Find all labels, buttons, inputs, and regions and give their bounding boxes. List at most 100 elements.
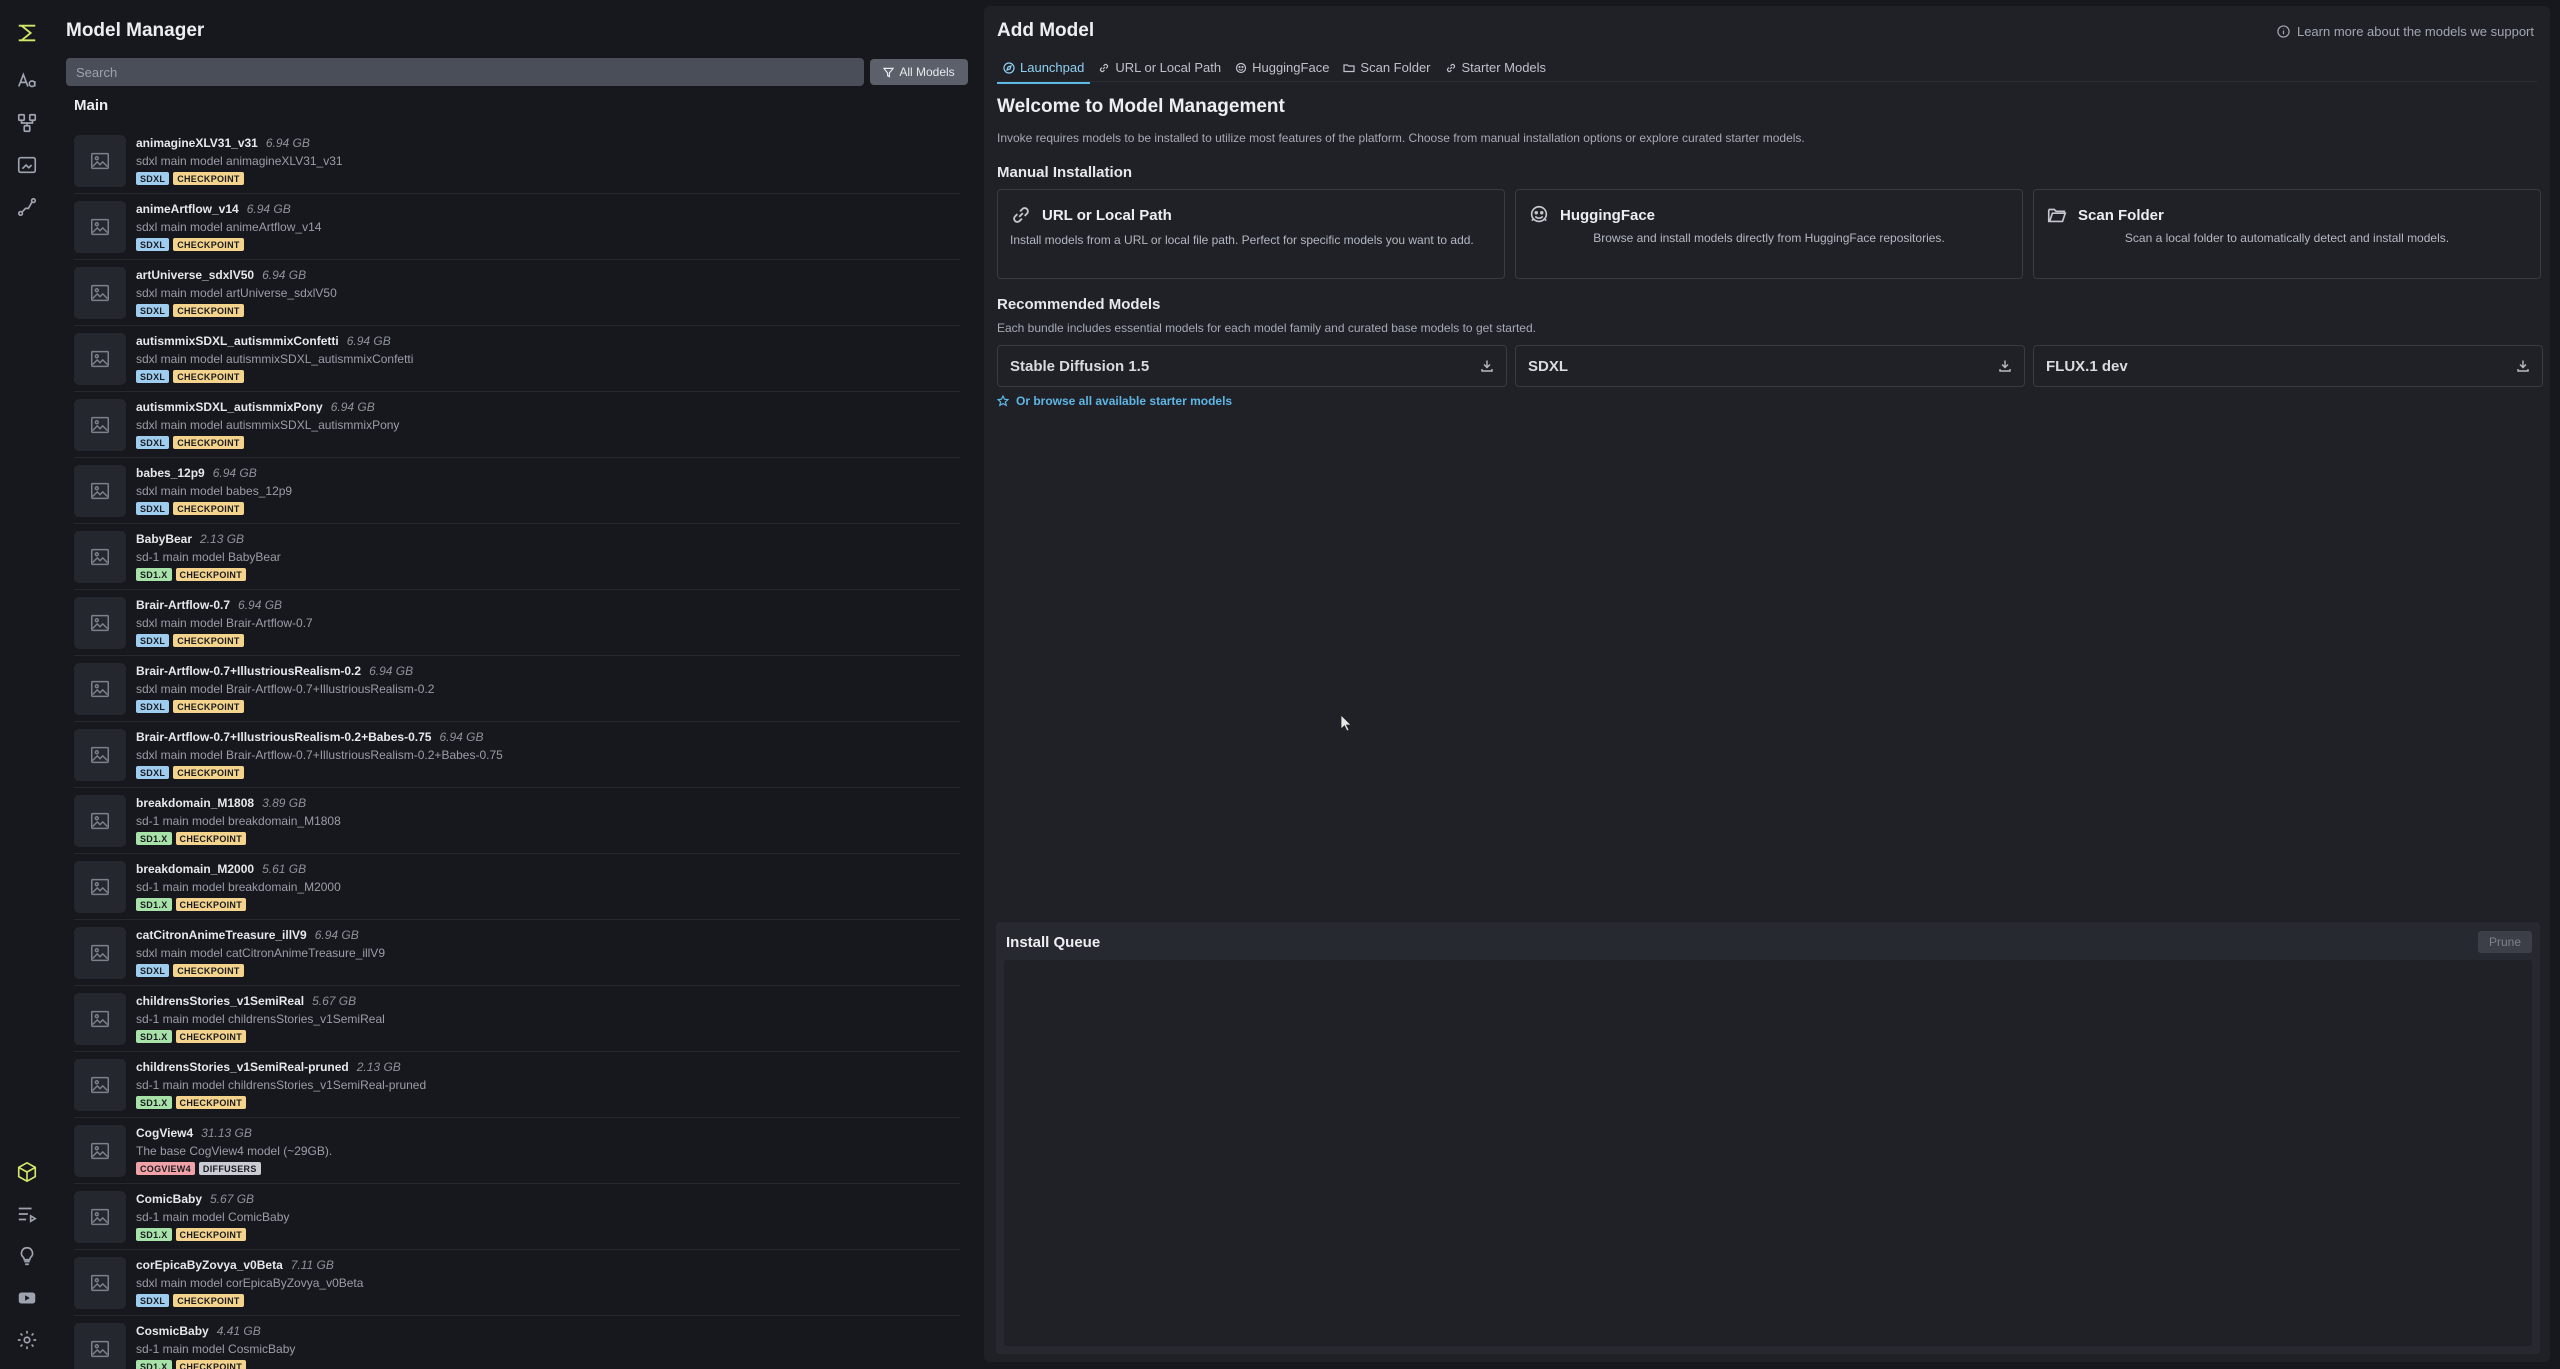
learn-more-link[interactable]: Learn more about the models we support: [2277, 24, 2534, 39]
model-size: 5.61 GB: [262, 862, 307, 876]
model-list-item[interactable]: Brair-Artflow-0.7+IllustriousRealism-0.2…: [74, 722, 960, 788]
model-list-item[interactable]: animagineXLV31_v31 6.94 GB sdxl main mod…: [74, 128, 960, 194]
model-name: catCitronAnimeTreasure_illV9: [136, 928, 307, 942]
card-huggingface[interactable]: HuggingFace Browse and install models di…: [1515, 189, 2023, 279]
image-placeholder-icon: [91, 878, 109, 895]
youtube-icon[interactable]: [8, 1279, 46, 1317]
model-description: sd-1 main model ComicBaby: [136, 1210, 290, 1224]
card-scan-folder[interactable]: Scan Folder Scan a local folder to autom…: [2033, 189, 2541, 279]
model-badges: SDXL CHECKPOINT: [136, 370, 413, 383]
model-size: 31.13 GB: [201, 1126, 252, 1140]
manual-installation-cards: URL or Local Path Install models from a …: [997, 189, 2541, 279]
search-input[interactable]: [66, 58, 864, 86]
model-description: sd-1 main model breakdomain_M2000: [136, 880, 341, 894]
bundle-sdxl[interactable]: SDXL: [1515, 345, 2025, 387]
model-description: sd-1 main model BabyBear: [136, 550, 281, 564]
model-list-item[interactable]: BabyBear 2.13 GB sd-1 main model BabyBea…: [74, 524, 960, 590]
model-list-item[interactable]: babes_12p9 6.94 GB sdxl main model babes…: [74, 458, 960, 524]
tab-scan-folder[interactable]: Scan Folder: [1337, 55, 1436, 84]
model-header: childrensStories_v1SemiReal 5.67 GB: [136, 994, 385, 1008]
model-format-badge: CHECKPOINT: [173, 1294, 244, 1307]
all-models-filter-button[interactable]: All Models: [870, 59, 968, 85]
model-badges: SDXL CHECKPOINT: [136, 238, 321, 251]
text-style-icon[interactable]: [8, 62, 46, 100]
model-badges: SDXL CHECKPOINT: [136, 436, 399, 449]
model-format-badge: CHECKPOINT: [173, 370, 244, 383]
model-format-badge: CHECKPOINT: [173, 238, 244, 251]
model-path-icon[interactable]: [8, 188, 46, 226]
card-url-or-local-path[interactable]: URL or Local Path Install models from a …: [997, 189, 1505, 279]
model-thumbnail: [74, 134, 126, 187]
workflow-nodes-icon[interactable]: [8, 104, 46, 142]
model-name: CogView4: [136, 1126, 194, 1140]
image-placeholder-icon: [91, 812, 109, 829]
gear-icon[interactable]: [8, 1321, 46, 1359]
base-model-badge: SDXL: [136, 1294, 170, 1307]
model-size: 6.94 GB: [246, 202, 291, 216]
mouse-cursor-icon: [1340, 714, 1352, 732]
model-info: Brair-Artflow-0.7+IllustriousRealism-0.2…: [136, 730, 503, 779]
bundle-stable-diffusion-1-5[interactable]: Stable Diffusion 1.5: [997, 345, 1507, 387]
model-badges: SD1.X CHECKPOINT: [136, 568, 281, 581]
model-info: CosmicBaby 4.41 GB sd-1 main model Cosmi…: [136, 1324, 295, 1369]
model-list-item[interactable]: childrensStories_v1SemiReal-pruned 2.13 …: [74, 1052, 960, 1118]
model-list-item[interactable]: childrensStories_v1SemiReal 5.67 GB sd-1…: [74, 986, 960, 1052]
model-thumbnail: [74, 1256, 126, 1309]
model-format-badge: CHECKPOINT: [175, 898, 247, 911]
model-header: corEpicaByZovya_v0Beta 7.11 GB: [136, 1258, 363, 1272]
card-header: URL or Local Path: [1010, 204, 1492, 226]
canvas-frame-icon[interactable]: [8, 146, 46, 184]
model-info: corEpicaByZovya_v0Beta 7.11 GB sdxl main…: [136, 1258, 363, 1307]
rocket-icon: [1003, 61, 1015, 74]
model-list-item[interactable]: autismmixSDXL_autismmixConfetti 6.94 GB …: [74, 326, 960, 392]
model-list-item[interactable]: catCitronAnimeTreasure_illV9 6.94 GB sdx…: [74, 920, 960, 986]
card-title: HuggingFace: [1560, 206, 1656, 224]
browse-starter-models-link[interactable]: Or browse all available starter models: [997, 394, 1232, 408]
download-icon[interactable]: [2516, 359, 2530, 373]
model-name: ComicBaby: [136, 1192, 203, 1206]
download-icon[interactable]: [1998, 359, 2012, 373]
model-list-item[interactable]: CogView4 31.13 GB The base CogView4 mode…: [74, 1118, 960, 1184]
folder-open-icon: [2047, 208, 2067, 223]
base-model-badge: SDXL: [136, 304, 170, 317]
model-name: autismmixSDXL_autismmixConfetti: [136, 334, 339, 348]
image-placeholder-icon: [91, 1274, 109, 1291]
model-list-item[interactable]: animeArtflow_v14 6.94 GB sdxl main model…: [74, 194, 960, 260]
model-header: animeArtflow_v14 6.94 GB: [136, 202, 321, 216]
tab-starter-models[interactable]: Starter Models: [1439, 55, 1553, 84]
model-list-item[interactable]: artUniverse_sdxlV50 6.94 GB sdxl main mo…: [74, 260, 960, 326]
lightbulb-icon[interactable]: [8, 1237, 46, 1275]
star-icon: [997, 395, 1009, 407]
model-list-item[interactable]: breakdomain_M2000 5.61 GB sd-1 main mode…: [74, 854, 960, 920]
model-header: Brair-Artflow-0.7 6.94 GB: [136, 598, 313, 612]
tab-url-or-local-path[interactable]: URL or Local Path: [1092, 55, 1227, 84]
model-list-item[interactable]: ComicBaby 5.67 GB sd-1 main model ComicB…: [74, 1184, 960, 1250]
tab-huggingface[interactable]: HuggingFace: [1229, 55, 1335, 84]
invoke-logo-icon[interactable]: [8, 14, 46, 52]
model-badges: SDXL CHECKPOINT: [136, 634, 313, 647]
tab-launchpad[interactable]: Launchpad: [997, 55, 1091, 84]
recommended-bundles: Stable Diffusion 1.5 SDXL FLUX.1 dev: [997, 345, 2543, 387]
model-badges: SD1.X CHECKPOINT: [136, 1096, 426, 1109]
model-list-item[interactable]: corEpicaByZovya_v0Beta 7.11 GB sdxl main…: [74, 1250, 960, 1316]
model-badges: SDXL CHECKPOINT: [136, 964, 385, 977]
models-cube-icon[interactable]: [8, 1153, 46, 1191]
prune-button[interactable]: Prune: [2478, 931, 2532, 953]
bundle-flux-1-dev[interactable]: FLUX.1 dev: [2033, 345, 2543, 387]
queue-list-icon[interactable]: [8, 1195, 46, 1233]
model-list-item[interactable]: CosmicBaby 4.41 GB sd-1 main model Cosmi…: [74, 1316, 960, 1369]
tab-scan-folder-label: Scan Folder: [1360, 60, 1431, 75]
download-icon[interactable]: [1480, 359, 1494, 373]
model-size: 4.41 GB: [216, 1324, 261, 1338]
base-model-badge: SD1.X: [136, 1228, 172, 1241]
model-list-item[interactable]: Brair-Artflow-0.7+IllustriousRealism-0.2…: [74, 656, 960, 722]
model-info: childrensStories_v1SemiReal-pruned 2.13 …: [136, 1060, 426, 1109]
model-header: breakdomain_M2000 5.61 GB: [136, 862, 341, 876]
install-queue-title: Install Queue: [1006, 934, 1101, 951]
model-list-item[interactable]: breakdomain_M1808 3.89 GB sd-1 main mode…: [74, 788, 960, 854]
base-model-badge: SDXL: [136, 634, 170, 647]
model-description: sdxl main model Brair-Artflow-0.7+Illust…: [136, 748, 503, 762]
model-list-item[interactable]: autismmixSDXL_autismmixPony 6.94 GB sdxl…: [74, 392, 960, 458]
model-info: babes_12p9 6.94 GB sdxl main model babes…: [136, 466, 292, 515]
model-list-item[interactable]: Brair-Artflow-0.7 6.94 GB sdxl main mode…: [74, 590, 960, 656]
